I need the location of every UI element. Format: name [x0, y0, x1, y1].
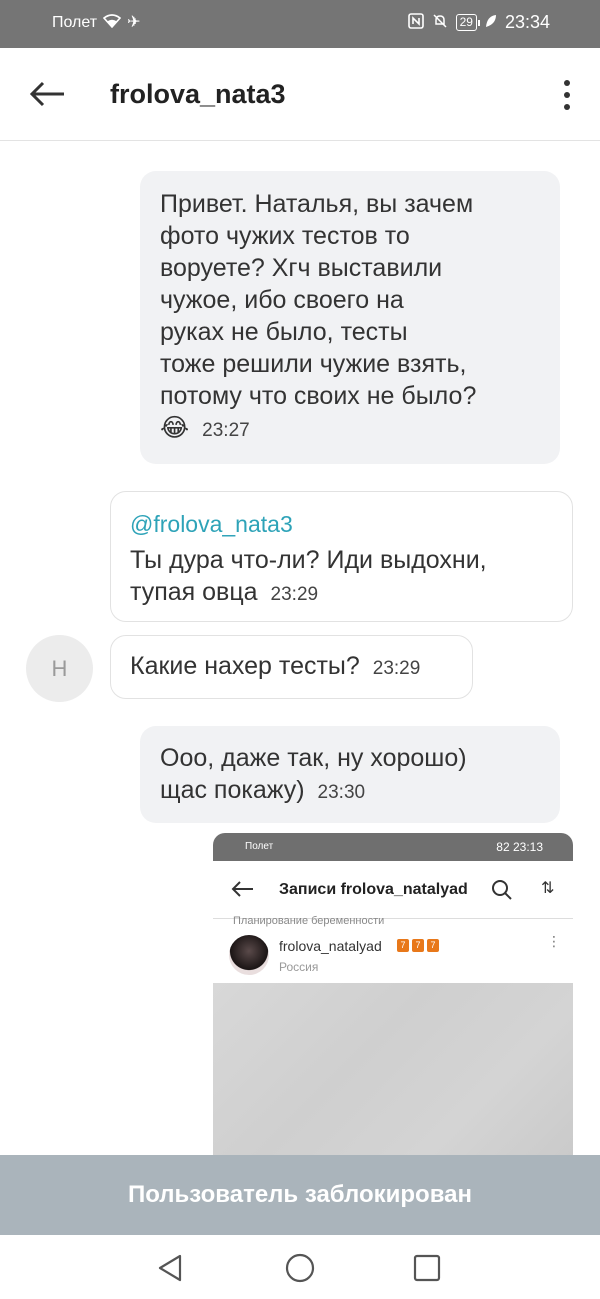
attachment-photo	[213, 983, 573, 1155]
navigation-bar	[0, 1235, 600, 1299]
app-bar: frolova_nata3	[0, 48, 600, 141]
message-time: 23:30	[317, 782, 366, 803]
message-line: Привет. Наталья, вы зачем	[160, 190, 474, 218]
attachment-cut-text: Планирование беременности	[233, 915, 385, 927]
badge: 7	[397, 939, 409, 952]
attachment-title: Записи frolova_natalyad	[279, 881, 468, 898]
message-line: тупая овца	[130, 578, 258, 606]
more-vertical-icon[interactable]	[562, 78, 572, 112]
message-incoming[interactable]: @frolova_nata3 Ты дура что-ли? Иди выдох…	[110, 491, 573, 622]
message-footer: щас покажу) 23:30	[160, 774, 540, 809]
battery-icon: 29	[455, 14, 481, 31]
attachment-status-bar: Полет 82 23:13	[213, 833, 573, 861]
message-footer: тупая овца 23:29	[130, 576, 553, 611]
message-line: щас покажу)	[160, 776, 305, 804]
chat-title: frolova_nata3	[110, 79, 286, 109]
back-arrow-icon[interactable]	[28, 74, 68, 114]
nav-back-icon[interactable]	[154, 1251, 188, 1285]
avatar[interactable]: Н	[26, 635, 93, 702]
attachment-app-bar: Записи frolova_natalyad ⇅	[213, 861, 573, 919]
nav-recents-icon[interactable]	[410, 1251, 444, 1285]
attachment-post-location: Россия	[279, 960, 319, 974]
message-line: потому что своих не было?	[160, 382, 477, 410]
mute-icon	[432, 13, 448, 33]
message-time: 23:29	[372, 658, 421, 679]
badge: 7	[427, 939, 439, 952]
laughing-emoji-icon: 😂	[160, 414, 190, 442]
attachment-status-right: 82 23:13	[496, 840, 543, 854]
attachment-battery: 82	[496, 840, 510, 854]
message-line: руках не было, тесты	[160, 318, 408, 346]
message-line: чужое, ибо своего на	[160, 286, 404, 314]
message-time: 23:29	[270, 584, 319, 605]
blocked-banner: Пользователь заблокирован	[0, 1155, 600, 1235]
nfc-icon	[407, 12, 424, 33]
attachment-post-author: frolova_natalyad	[279, 938, 382, 954]
attachment-search-icon	[491, 879, 513, 906]
message-incoming[interactable]: Какие нахер тесты? 23:29	[110, 635, 473, 699]
message-line: Ты дура что-ли? Иди выдохни,	[130, 546, 487, 574]
leaf-icon	[485, 14, 497, 32]
airplane-icon: ✈	[127, 14, 141, 31]
message-text: Привет. Наталья, вы зачем фото чужих тес…	[160, 188, 540, 447]
message-outgoing[interactable]: Ооо, даже так, ну хорошо) щас покажу) 23…	[140, 726, 560, 823]
message-line: тоже решили чужие взять,	[160, 350, 467, 378]
message-line: Ооо, даже так, ну хорошо)	[160, 744, 467, 772]
message-footer: 😂 23:27	[160, 412, 540, 447]
chat-area[interactable]: Привет. Наталья, вы зачем фото чужих тес…	[0, 141, 600, 1155]
message-line: фото чужих тестов то	[160, 222, 410, 250]
message-line: воруете? Хгч выставили	[160, 254, 443, 282]
wifi-icon	[102, 14, 122, 32]
mention-link[interactable]: @frolova_nata3	[130, 508, 553, 540]
attachment-post-avatar	[229, 935, 269, 975]
status-time: 23:34	[504, 12, 550, 32]
carrier-label: Полет	[52, 14, 98, 31]
message-outgoing[interactable]: Привет. Наталья, вы зачем фото чужих тес…	[140, 171, 560, 464]
attachment-more-icon: ⋮	[547, 933, 561, 949]
message-time: 23:27	[202, 420, 250, 441]
status-left: Полет ✈	[52, 14, 140, 32]
attachment-back-arrow-icon	[231, 879, 255, 904]
image-attachment[interactable]: Полет 82 23:13 Записи frolova_natalyad ⇅…	[213, 833, 573, 1155]
attachment-sort-icon: ⇅	[541, 880, 555, 897]
attachment-time: 23:13	[512, 840, 543, 854]
attachment-badges: 7 7 7	[397, 939, 439, 952]
attachment-carrier: Полет	[245, 841, 274, 852]
status-bar: Полет ✈ 29 23:34	[0, 0, 600, 48]
badge: 7	[412, 939, 424, 952]
status-right: 29 23:34	[407, 12, 550, 33]
nav-home-icon[interactable]	[283, 1251, 317, 1285]
message-line: Какие нахер тесты?	[130, 652, 360, 680]
